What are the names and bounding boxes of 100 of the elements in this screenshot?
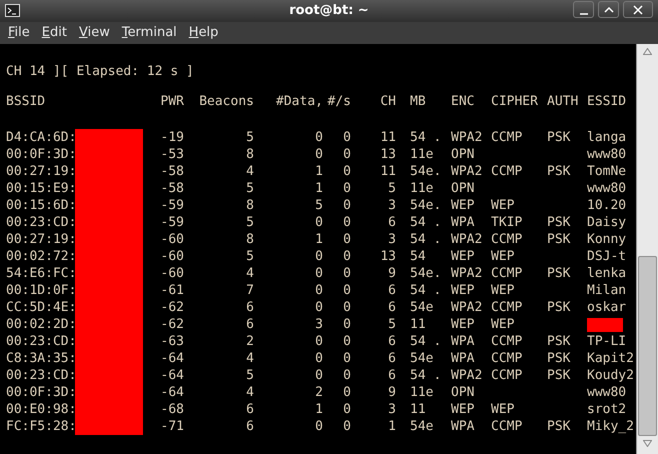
- table-cell: PSK: [547, 130, 570, 145]
- table-cell: 6: [246, 419, 254, 434]
- scrollbar[interactable]: [636, 44, 658, 454]
- table-cell: 4: [246, 351, 254, 366]
- scroll-up-icon[interactable]: [643, 48, 652, 54]
- table-cell: 0: [315, 419, 323, 434]
- table-cell: 00:02:72:: [6, 248, 75, 265]
- table-cell: 54e: [410, 300, 434, 315]
- table-cell: 9: [388, 266, 396, 281]
- table-cell: 0: [315, 130, 323, 145]
- table-cell: 54e.: [410, 164, 442, 179]
- column-header: AUTH: [547, 94, 578, 109]
- table-cell: CCMP: [491, 130, 522, 145]
- table-cell: 11e: [410, 181, 434, 196]
- table-cell: 8: [246, 232, 254, 247]
- table-cell: WPA: [451, 334, 474, 349]
- scrollbar-thumb[interactable]: [638, 256, 657, 436]
- table-cell: Konny: [587, 232, 626, 247]
- column-header: CH: [380, 94, 396, 109]
- table-cell: -64: [160, 351, 184, 366]
- table-cell: WEP: [451, 283, 474, 298]
- table-cell: 0: [343, 147, 351, 162]
- table-cell: WEP: [491, 317, 514, 332]
- minimize-button[interactable]: [573, 1, 594, 18]
- table-cell: 5: [246, 215, 254, 230]
- status-line: CH 14 ][ Elapsed: 12 s ]: [6, 64, 194, 79]
- menu-item[interactable]: File: [5, 22, 33, 44]
- table-cell: 11e: [410, 385, 434, 400]
- table-cell: www80: [587, 181, 626, 196]
- table-cell: 0: [343, 215, 351, 230]
- table-cell: 8: [246, 147, 254, 162]
- table-cell: 4: [246, 266, 254, 281]
- table-cell: 2: [315, 385, 323, 400]
- table-cell: -19: [160, 130, 184, 145]
- terminal-icon: [5, 4, 20, 17]
- maximize-button[interactable]: [598, 1, 619, 18]
- table-cell: 0: [315, 215, 323, 230]
- table-cell: 54 .: [410, 283, 442, 298]
- table-cell: 6: [388, 334, 396, 349]
- table-cell: 10.20: [587, 198, 626, 213]
- table-cell: -62: [160, 317, 184, 332]
- close-button[interactable]: [623, 1, 653, 18]
- column-header: #/s: [328, 94, 351, 109]
- menu-item[interactable]: View: [76, 22, 113, 44]
- menu-item[interactable]: Terminal: [118, 22, 180, 44]
- menu-item[interactable]: Help: [186, 22, 222, 44]
- table-cell: lenka: [587, 266, 626, 281]
- table-cell: 6: [388, 283, 396, 298]
- menu-item[interactable]: Edit: [38, 22, 70, 44]
- table-cell: 00:23:CD:: [6, 367, 75, 384]
- column-header: CIPHER: [491, 94, 538, 109]
- table-cell: 6: [388, 351, 396, 366]
- table-cell: 54e.: [410, 266, 442, 281]
- table-cell: -71: [160, 419, 184, 434]
- table-cell: 6: [246, 402, 254, 417]
- table-cell: 0: [315, 334, 323, 349]
- column-header: BSSID: [6, 94, 46, 109]
- window-title: root@bt: ~: [289, 2, 369, 20]
- table-cell: -59: [160, 215, 184, 230]
- table-cell: 00:0F:3D:: [6, 146, 75, 163]
- table-cell: PSK: [547, 351, 570, 366]
- table-cell: Kapit2: [587, 351, 634, 366]
- table-cell: WPA2: [451, 266, 482, 281]
- table-cell: WEP: [491, 249, 514, 264]
- table-cell: 3: [315, 317, 323, 332]
- table-cell: -58: [160, 164, 184, 179]
- table-cell: -64: [160, 368, 184, 383]
- table-cell: PSK: [547, 215, 570, 230]
- table-cell: 9: [388, 385, 396, 400]
- column-header: ESSID: [587, 94, 626, 109]
- table-cell: 1: [388, 419, 396, 434]
- table-cell: PSK: [547, 266, 570, 281]
- table-cell: 11: [380, 164, 396, 179]
- table-cell: OPN: [451, 385, 474, 400]
- table-cell: CCMP: [491, 266, 522, 281]
- table-cell: 00:23:CD:: [6, 333, 75, 350]
- table-cell: WEP: [491, 283, 514, 298]
- scroll-down-icon[interactable]: [643, 440, 652, 446]
- table-cell: CC:5D:4E:: [6, 299, 75, 316]
- table-cell: 0: [343, 249, 351, 264]
- minimize-icon: [578, 12, 588, 14]
- table-cell: -59: [160, 198, 184, 213]
- table-cell: 1: [315, 164, 323, 179]
- table-cell: 5: [388, 317, 396, 332]
- table-cell: 54 .: [410, 232, 442, 247]
- table-cell: 0: [343, 266, 351, 281]
- table-cell: 2: [246, 334, 254, 349]
- table-cell: 3: [388, 402, 396, 417]
- table-cell: 54e: [410, 419, 434, 434]
- table-cell: 54 .: [410, 215, 442, 230]
- table-cell: 0: [315, 283, 323, 298]
- table-cell: 11: [410, 317, 426, 332]
- table-cell: CCMP: [491, 300, 522, 315]
- table-cell: WPA2: [451, 130, 482, 145]
- table-cell: 4: [246, 385, 254, 400]
- table-cell: OPN: [451, 181, 474, 196]
- table-cell: PSK: [547, 300, 570, 315]
- table-cell: CCMP: [491, 232, 522, 247]
- table-cell: PSK: [547, 419, 570, 434]
- table-cell: 54e: [410, 351, 434, 366]
